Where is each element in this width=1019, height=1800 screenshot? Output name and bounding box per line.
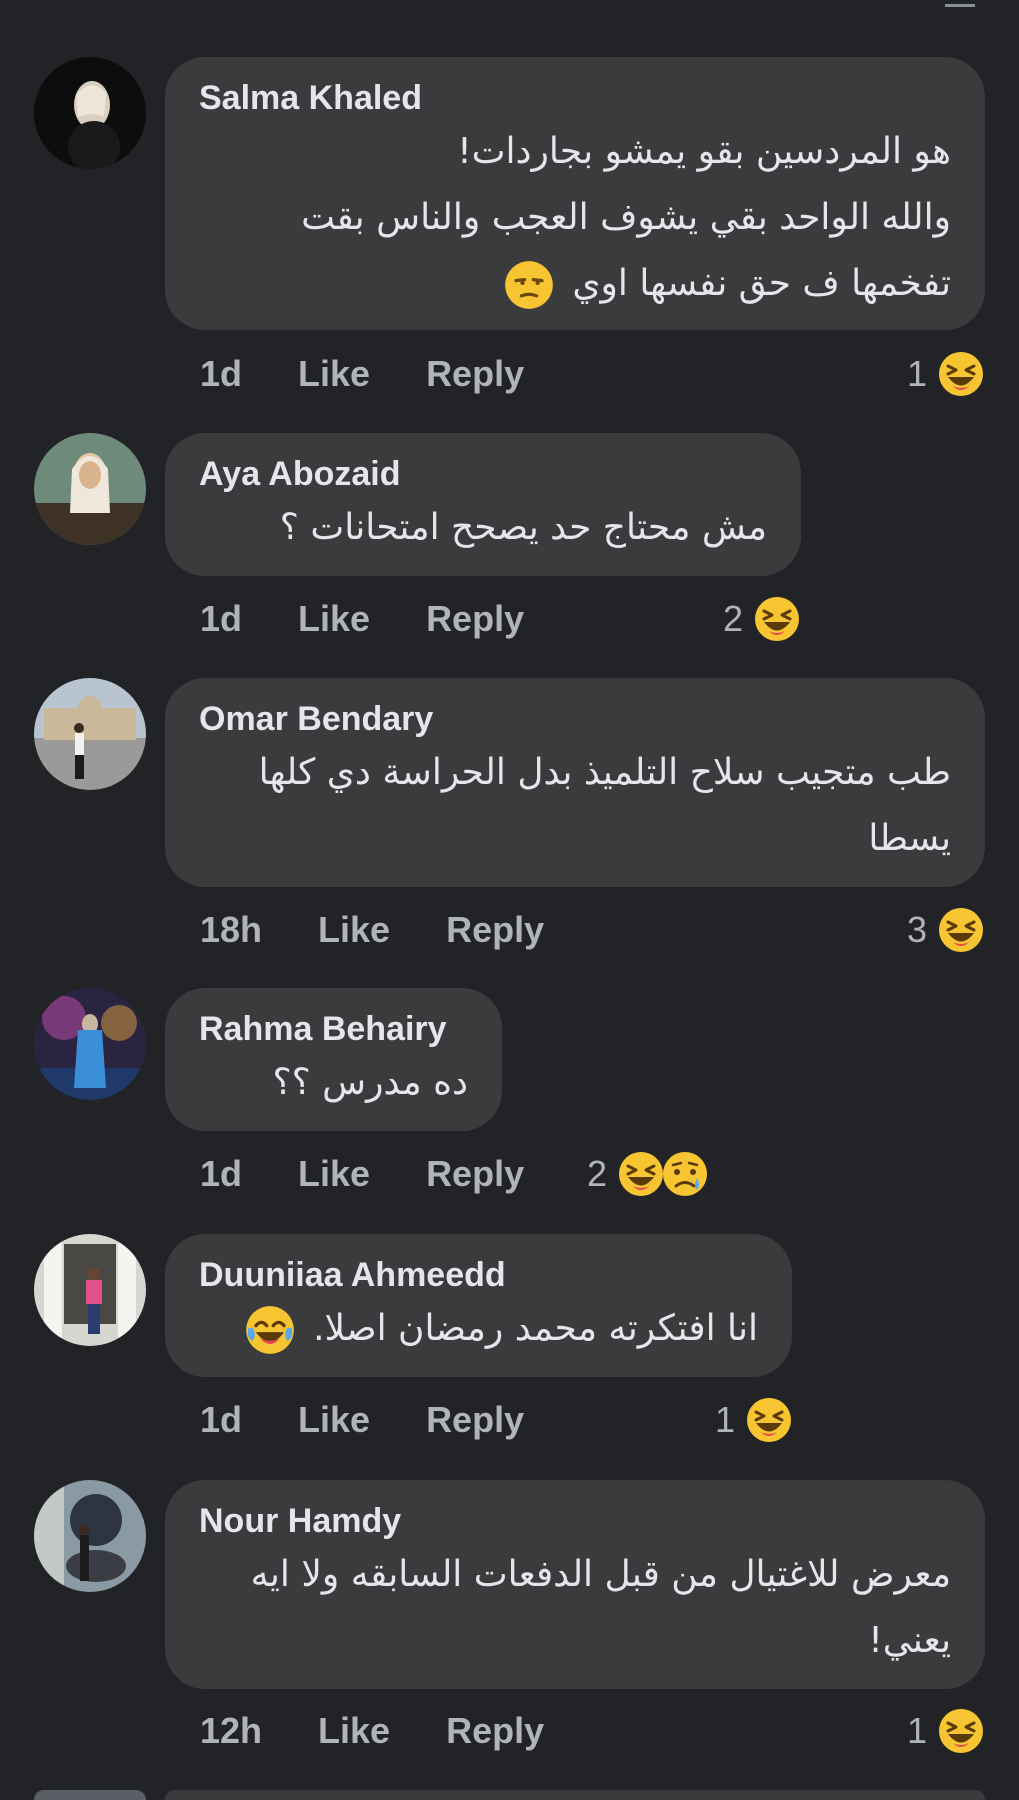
avatar[interactable] (34, 57, 146, 169)
tears-of-joy-face-icon (244, 1304, 296, 1356)
comment-author[interactable]: Aya Abozaid (199, 453, 767, 495)
reply-button[interactable]: Reply (446, 909, 544, 951)
comment-text-line: يعني! (868, 1620, 951, 1661)
comment-text-line: طب متجيب سلاح التلميذ بدل الحراسة دي كله… (258, 752, 951, 793)
comment-bubble[interactable]: Omar Bendary طب متجيب سلاح التلميذ بدل ا… (165, 678, 985, 887)
comment-text-line: مش محتاج حد يصحح امتحانات ؟ (279, 507, 767, 548)
comment-author[interactable]: Nour Hamdy (199, 1500, 951, 1542)
comment-bubble[interactable]: Salma Khaled هو المردسين بقو يمشو بجاردا… (165, 57, 985, 330)
reaction-count: 1 (906, 353, 927, 394)
reaction-count: 3 (906, 909, 927, 950)
reply-button[interactable]: Reply (426, 598, 524, 640)
avatar[interactable] (34, 678, 146, 790)
comment-bubble[interactable]: Duuniiaa Ahmeedd انا افتكرته محمد رمضان … (165, 1234, 792, 1377)
laughing-face-icon (617, 1150, 665, 1198)
reply-button[interactable]: Reply (426, 1399, 524, 1441)
comment-author[interactable]: Rahma Behairy (199, 1008, 468, 1050)
comment-actions: 12h Like Reply (200, 1706, 544, 1756)
avatar[interactable] (34, 433, 146, 545)
comment-text-line: تفخمها ف حق نفسها اوي (199, 251, 951, 317)
comment-author[interactable]: Omar Bendary (199, 698, 951, 740)
comment-actions: 1d Like Reply (200, 1149, 524, 1199)
comment-actions: 1d Like Reply (200, 594, 524, 644)
comment-bubble[interactable]: Aya Abozaid مش محتاج حد يصحح امتحانات ؟ (165, 433, 801, 576)
reply-button[interactable]: Reply (446, 1710, 544, 1752)
comment-text-line: يسطا (868, 818, 951, 859)
next-avatar-partial (34, 1790, 146, 1800)
comment-actions: 1d Like Reply (200, 1395, 524, 1445)
like-button[interactable]: Like (298, 1153, 370, 1195)
comment-time: 1d (200, 1399, 243, 1440)
comment-bubble[interactable]: Nour Hamdy معرض للاغتيال من قبل الدفعات … (165, 1480, 985, 1689)
comment-author[interactable]: Duuniiaa Ahmeedd (199, 1254, 758, 1296)
comment-bubble[interactable]: Rahma Behairy ده مدرس ؟؟ (165, 988, 502, 1131)
laughing-face-icon (937, 1707, 985, 1755)
like-button[interactable]: Like (298, 1399, 370, 1441)
reaction-summary[interactable]: 1 (907, 1706, 985, 1756)
comment-text-line: ده مدرس ؟؟ (272, 1062, 468, 1103)
like-button[interactable]: Like (298, 598, 370, 640)
comment-actions: 1d Like Reply (200, 349, 524, 399)
comments-feed: Salma Khaled هو المردسين بقو يمشو بجاردا… (0, 0, 1019, 1800)
comment-text: تفخمها ف حق نفسها اوي (572, 263, 951, 304)
comment-time: 1d (200, 353, 243, 394)
comment-text-line: هو المردسين بقو يمشو بجاردات! (457, 131, 951, 172)
like-button[interactable]: Like (318, 909, 390, 951)
comment-text-line: انا افتكرته محمد رمضان اصلا. (199, 1296, 758, 1362)
comment-actions: 18h Like Reply (200, 905, 544, 955)
reaction-summary[interactable]: 1 (715, 1395, 793, 1445)
reaction-count: 1 (715, 1399, 736, 1440)
comment-time: 12h (200, 1710, 263, 1751)
reaction-count: 2 (587, 1153, 608, 1194)
comment-time: 18h (200, 909, 263, 950)
comment-text-line: معرض للاغتيال من قبل الدفعات السابقه ولا… (250, 1554, 951, 1595)
top-edge-icon (945, 0, 975, 7)
laughing-face-icon (753, 595, 801, 643)
reaction-count: 2 (723, 598, 744, 639)
avatar[interactable] (34, 988, 146, 1100)
avatar[interactable] (34, 1234, 146, 1346)
reaction-count: 1 (906, 1710, 927, 1751)
comment-text-line: والله الواحد بقي يشوف العجب والناس بقت (301, 197, 951, 238)
comment-time: 1d (200, 1153, 243, 1194)
laughing-face-icon (937, 350, 985, 398)
comment-text: انا افتكرته محمد رمضان اصلا. (313, 1308, 758, 1349)
avatar[interactable] (34, 1480, 146, 1592)
reaction-summary[interactable]: 3 (907, 905, 985, 955)
comment-time: 1d (200, 598, 243, 639)
reply-button[interactable]: Reply (426, 353, 524, 395)
reaction-summary[interactable]: 2 (587, 1149, 709, 1199)
laughing-face-icon (937, 906, 985, 954)
comment-author[interactable]: Salma Khaled (199, 77, 951, 119)
reaction-summary[interactable]: 1 (907, 349, 985, 399)
next-bubble-partial (165, 1790, 985, 1800)
unamused-face-icon (503, 259, 555, 311)
like-button[interactable]: Like (318, 1710, 390, 1752)
reaction-summary[interactable]: 2 (723, 594, 801, 644)
reply-button[interactable]: Reply (426, 1153, 524, 1195)
sad-face-icon (661, 1150, 709, 1198)
laughing-face-icon (745, 1396, 793, 1444)
like-button[interactable]: Like (298, 353, 370, 395)
